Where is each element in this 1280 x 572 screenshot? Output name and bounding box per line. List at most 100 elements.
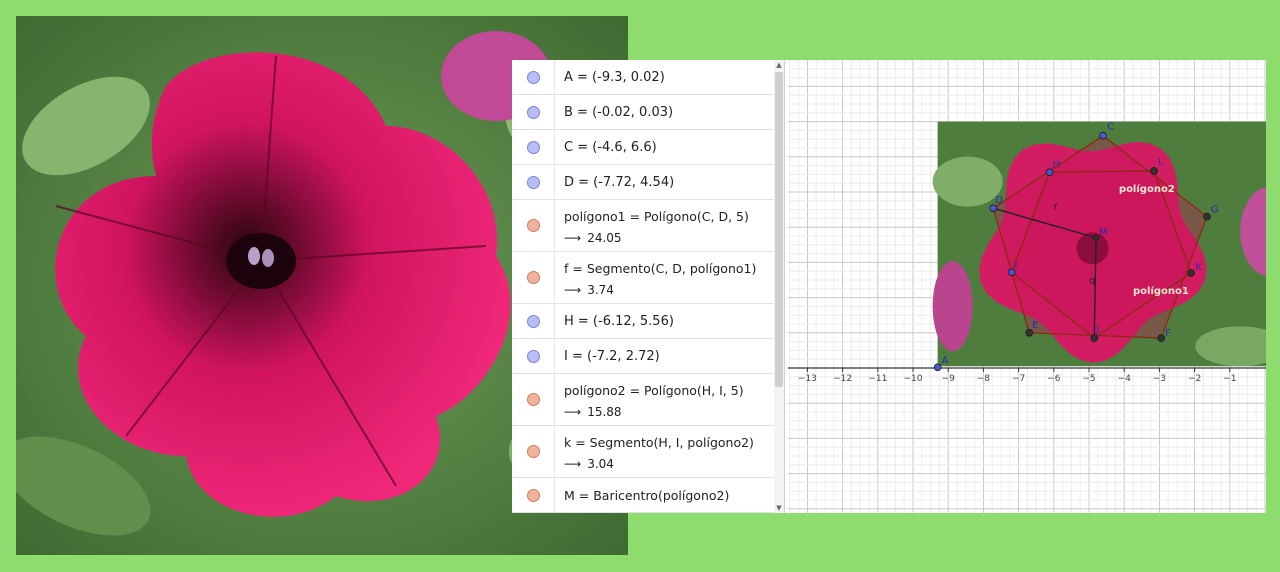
- segment-label: q: [1089, 276, 1095, 287]
- algebra-row[interactable]: H = (-6.12, 5.56): [512, 304, 774, 339]
- scroll-up-icon[interactable]: ▲: [774, 60, 784, 70]
- geogebra-window: A = (-9.3, 0.02) B = (-0.02, 0.03) C = (-4…: [512, 60, 1266, 513]
- marker-column: [512, 252, 555, 303]
- algebra-row[interactable]: f = Segmento(C, D, polígono1) ⟶ 3.74: [512, 252, 774, 304]
- object-definition[interactable]: I = (-7.2, 2.72): [564, 349, 660, 364]
- arrow-icon: ⟶: [564, 283, 582, 297]
- x-tick-label: −5: [1082, 374, 1095, 384]
- point-g[interactable]: [1203, 212, 1211, 221]
- algebra-view: A = (-9.3, 0.02) B = (-0.02, 0.03) C = (-4…: [512, 60, 785, 513]
- algebra-row[interactable]: k = Segmento(H, I, polígono2) ⟶ 3.04: [512, 426, 774, 478]
- marker-column: [512, 426, 555, 477]
- point-label: I: [1015, 260, 1018, 271]
- point-f[interactable]: [1157, 334, 1165, 342]
- object-definition[interactable]: H = (-6.12, 5.56): [564, 314, 674, 329]
- point-label: L: [1158, 157, 1164, 168]
- algebra-row[interactable]: I = (-7.2, 2.72): [512, 339, 774, 374]
- arrow-icon: ⟶: [564, 231, 582, 245]
- point-label: D: [995, 195, 1003, 206]
- algebra-row[interactable]: C = (-4.6, 6.6): [512, 130, 774, 165]
- object-definition[interactable]: k = Segmento(H, I, polígono2): [564, 435, 754, 450]
- algebra-scrollbar[interactable]: ▲ ▼: [774, 60, 784, 513]
- object-value: ⟶ 3.04: [564, 457, 614, 471]
- visibility-toggle-icon[interactable]: [527, 350, 540, 363]
- x-tick-label: −11: [868, 374, 887, 384]
- object-definition[interactable]: polígono1 = Polígono(C, D, 5): [564, 209, 749, 224]
- algebra-list: A = (-9.3, 0.02) B = (-0.02, 0.03) C = (-4…: [512, 60, 774, 513]
- point-label: C: [1107, 122, 1114, 133]
- point-label: E: [1032, 320, 1038, 331]
- point-k[interactable]: [1187, 269, 1195, 277]
- point-label: F: [1165, 328, 1171, 339]
- x-tick-label: −12: [833, 374, 852, 384]
- arrow-icon: ⟶: [564, 405, 582, 419]
- visibility-toggle-icon[interactable]: [527, 445, 540, 458]
- x-tick-label: −6: [1047, 374, 1061, 384]
- marker-column: [512, 200, 555, 251]
- value-number: 3.74: [587, 283, 614, 297]
- visibility-toggle-icon[interactable]: [527, 271, 540, 284]
- point-label: G: [1211, 205, 1219, 216]
- x-tick-label: −1: [1223, 374, 1236, 384]
- object-value: ⟶ 15.88: [564, 405, 622, 419]
- polygon-label: polígono2: [1119, 183, 1175, 195]
- x-tick-label: −9: [942, 374, 956, 384]
- value-number: 15.88: [587, 405, 622, 419]
- graphics-canvas[interactable]: −13 −12 −11 −10 −9 −8 −7 −6 −5 −4 −3 −2 −1 polígono2 p…: [788, 60, 1266, 513]
- algebra-row[interactable]: B = (-0.02, 0.03): [512, 95, 774, 130]
- x-tick-label: −7: [1012, 374, 1025, 384]
- arrow-icon: ⟶: [564, 457, 582, 471]
- value-number: 3.04: [587, 457, 614, 471]
- visibility-toggle-icon[interactable]: [527, 219, 540, 232]
- visibility-toggle-icon[interactable]: [527, 315, 540, 328]
- x-tick-label: −2: [1188, 374, 1201, 384]
- object-definition[interactable]: A = (-9.3, 0.02): [564, 70, 665, 85]
- object-value: ⟶ 24.05: [564, 231, 622, 245]
- visibility-toggle-icon[interactable]: [527, 71, 540, 84]
- marker-column: [512, 60, 555, 94]
- algebra-row[interactable]: M = Baricentro(polígono2): [512, 478, 774, 513]
- marker-column: [512, 130, 555, 164]
- object-definition[interactable]: polígono2 = Polígono(H, I, 5): [564, 383, 744, 398]
- marker-column: [512, 95, 555, 129]
- object-definition[interactable]: f = Segmento(C, D, polígono1): [564, 261, 756, 276]
- point-c[interactable]: [1099, 131, 1107, 140]
- value-number: 24.05: [587, 231, 622, 245]
- visibility-toggle-icon[interactable]: [527, 489, 540, 502]
- x-tick-label: −13: [798, 374, 817, 384]
- algebra-row[interactable]: polígono2 = Polígono(H, I, 5) ⟶ 15.88: [512, 374, 774, 426]
- point-l[interactable]: [1150, 167, 1158, 175]
- x-tick-label: −3: [1153, 374, 1166, 384]
- graphics-view[interactable]: −13 −12 −11 −10 −9 −8 −7 −6 −5 −4 −3 −2 −1 polígono2 p…: [788, 60, 1266, 513]
- point-label: K: [1195, 262, 1202, 273]
- object-definition[interactable]: D = (-7.72, 4.54): [564, 175, 674, 190]
- visibility-toggle-icon[interactable]: [527, 393, 540, 406]
- x-tick-label: −10: [904, 374, 923, 384]
- marker-column: [512, 478, 555, 512]
- point-m[interactable]: [1093, 234, 1099, 241]
- marker-column: [512, 374, 555, 425]
- point-label: H: [1053, 159, 1061, 170]
- x-tick-label: −8: [977, 374, 991, 384]
- object-value: ⟶ 3.74: [564, 283, 614, 297]
- visibility-toggle-icon[interactable]: [527, 141, 540, 154]
- object-definition[interactable]: M = Baricentro(polígono2): [564, 488, 729, 503]
- point-label: M: [1099, 227, 1108, 238]
- algebra-row[interactable]: polígono1 = Polígono(C, D, 5) ⟶ 24.05: [512, 200, 774, 252]
- visibility-toggle-icon[interactable]: [527, 106, 540, 119]
- point-label: J: [1095, 325, 1099, 336]
- object-definition[interactable]: B = (-0.02, 0.03): [564, 105, 673, 120]
- algebra-row[interactable]: D = (-7.72, 4.54): [512, 165, 774, 200]
- object-definition[interactable]: C = (-4.6, 6.6): [564, 140, 657, 155]
- x-tick-label: −4: [1118, 374, 1132, 384]
- scroll-thumb[interactable]: [775, 72, 783, 387]
- polygon-label: polígono1: [1133, 285, 1189, 297]
- visibility-toggle-icon[interactable]: [527, 176, 540, 189]
- scroll-down-icon[interactable]: ▼: [774, 503, 784, 513]
- marker-column: [512, 339, 555, 373]
- point-a[interactable]: [933, 363, 942, 372]
- algebra-row[interactable]: A = (-9.3, 0.02): [512, 60, 774, 95]
- marker-column: [512, 165, 555, 199]
- point-label: A: [942, 355, 949, 366]
- marker-column: [512, 304, 555, 338]
